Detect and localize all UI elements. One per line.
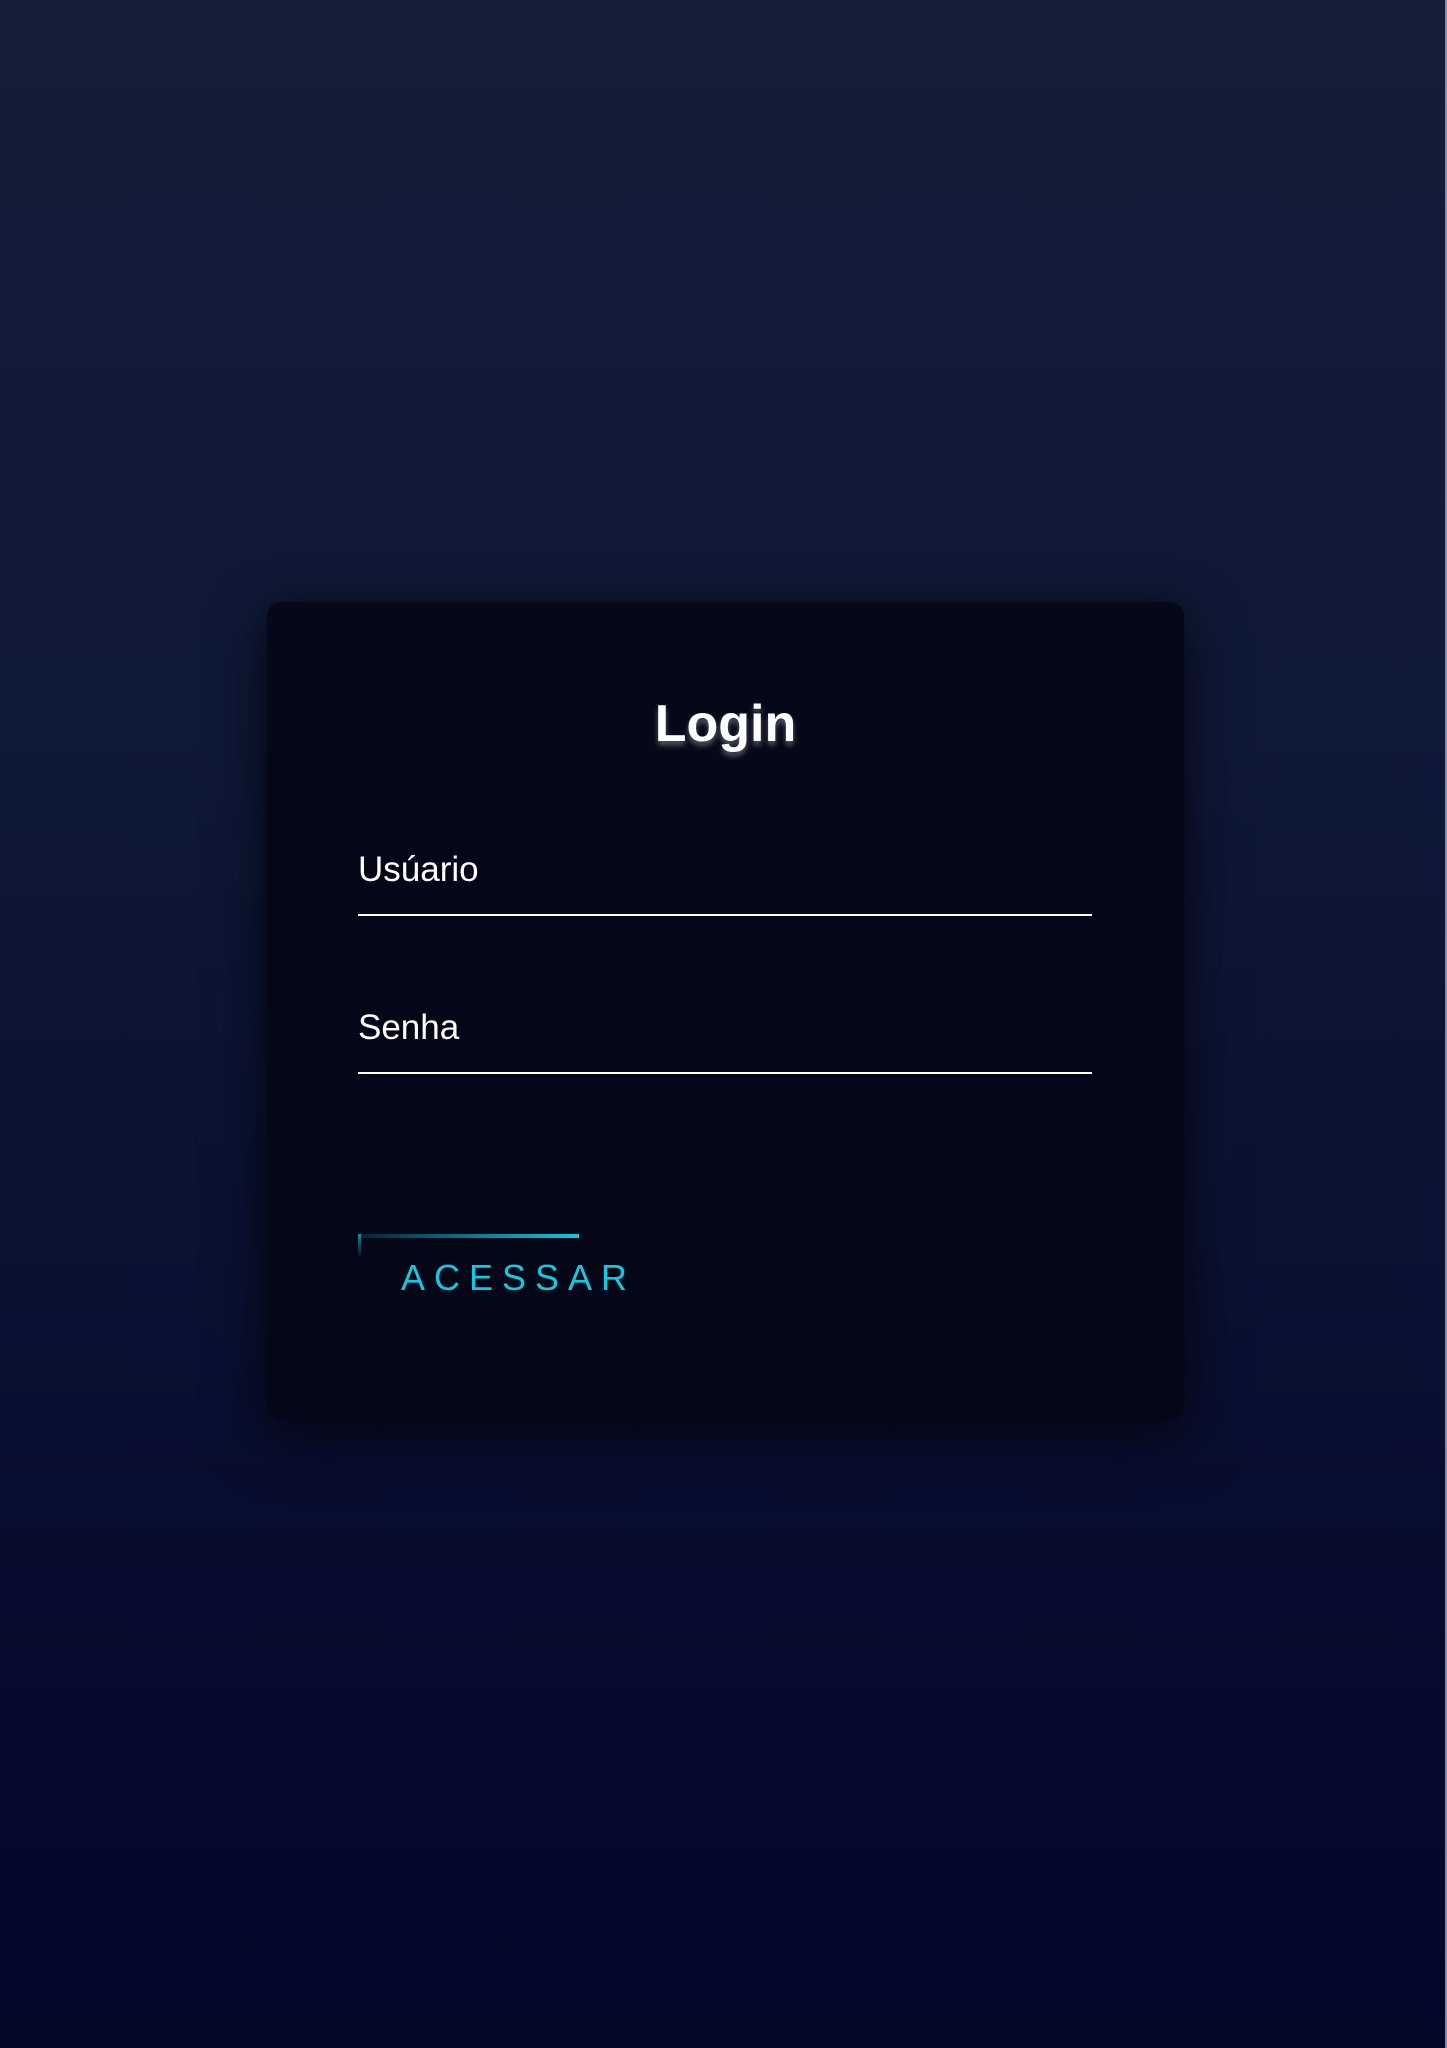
login-card: Login Usúario Senha ACESSAR bbox=[267, 602, 1184, 1420]
button-accent-top-line bbox=[358, 1234, 579, 1238]
username-input[interactable] bbox=[358, 830, 1092, 906]
button-accent-left-line bbox=[358, 1234, 361, 1258]
username-field[interactable]: Usúario bbox=[358, 830, 1092, 916]
username-underline bbox=[358, 914, 1092, 916]
access-button[interactable]: ACESSAR bbox=[358, 1234, 658, 1304]
password-input[interactable] bbox=[358, 988, 1092, 1064]
password-underline bbox=[358, 1072, 1092, 1074]
access-button-label: ACESSAR bbox=[401, 1257, 637, 1298]
login-title: Login bbox=[654, 695, 797, 753]
password-field[interactable]: Senha bbox=[358, 988, 1092, 1074]
